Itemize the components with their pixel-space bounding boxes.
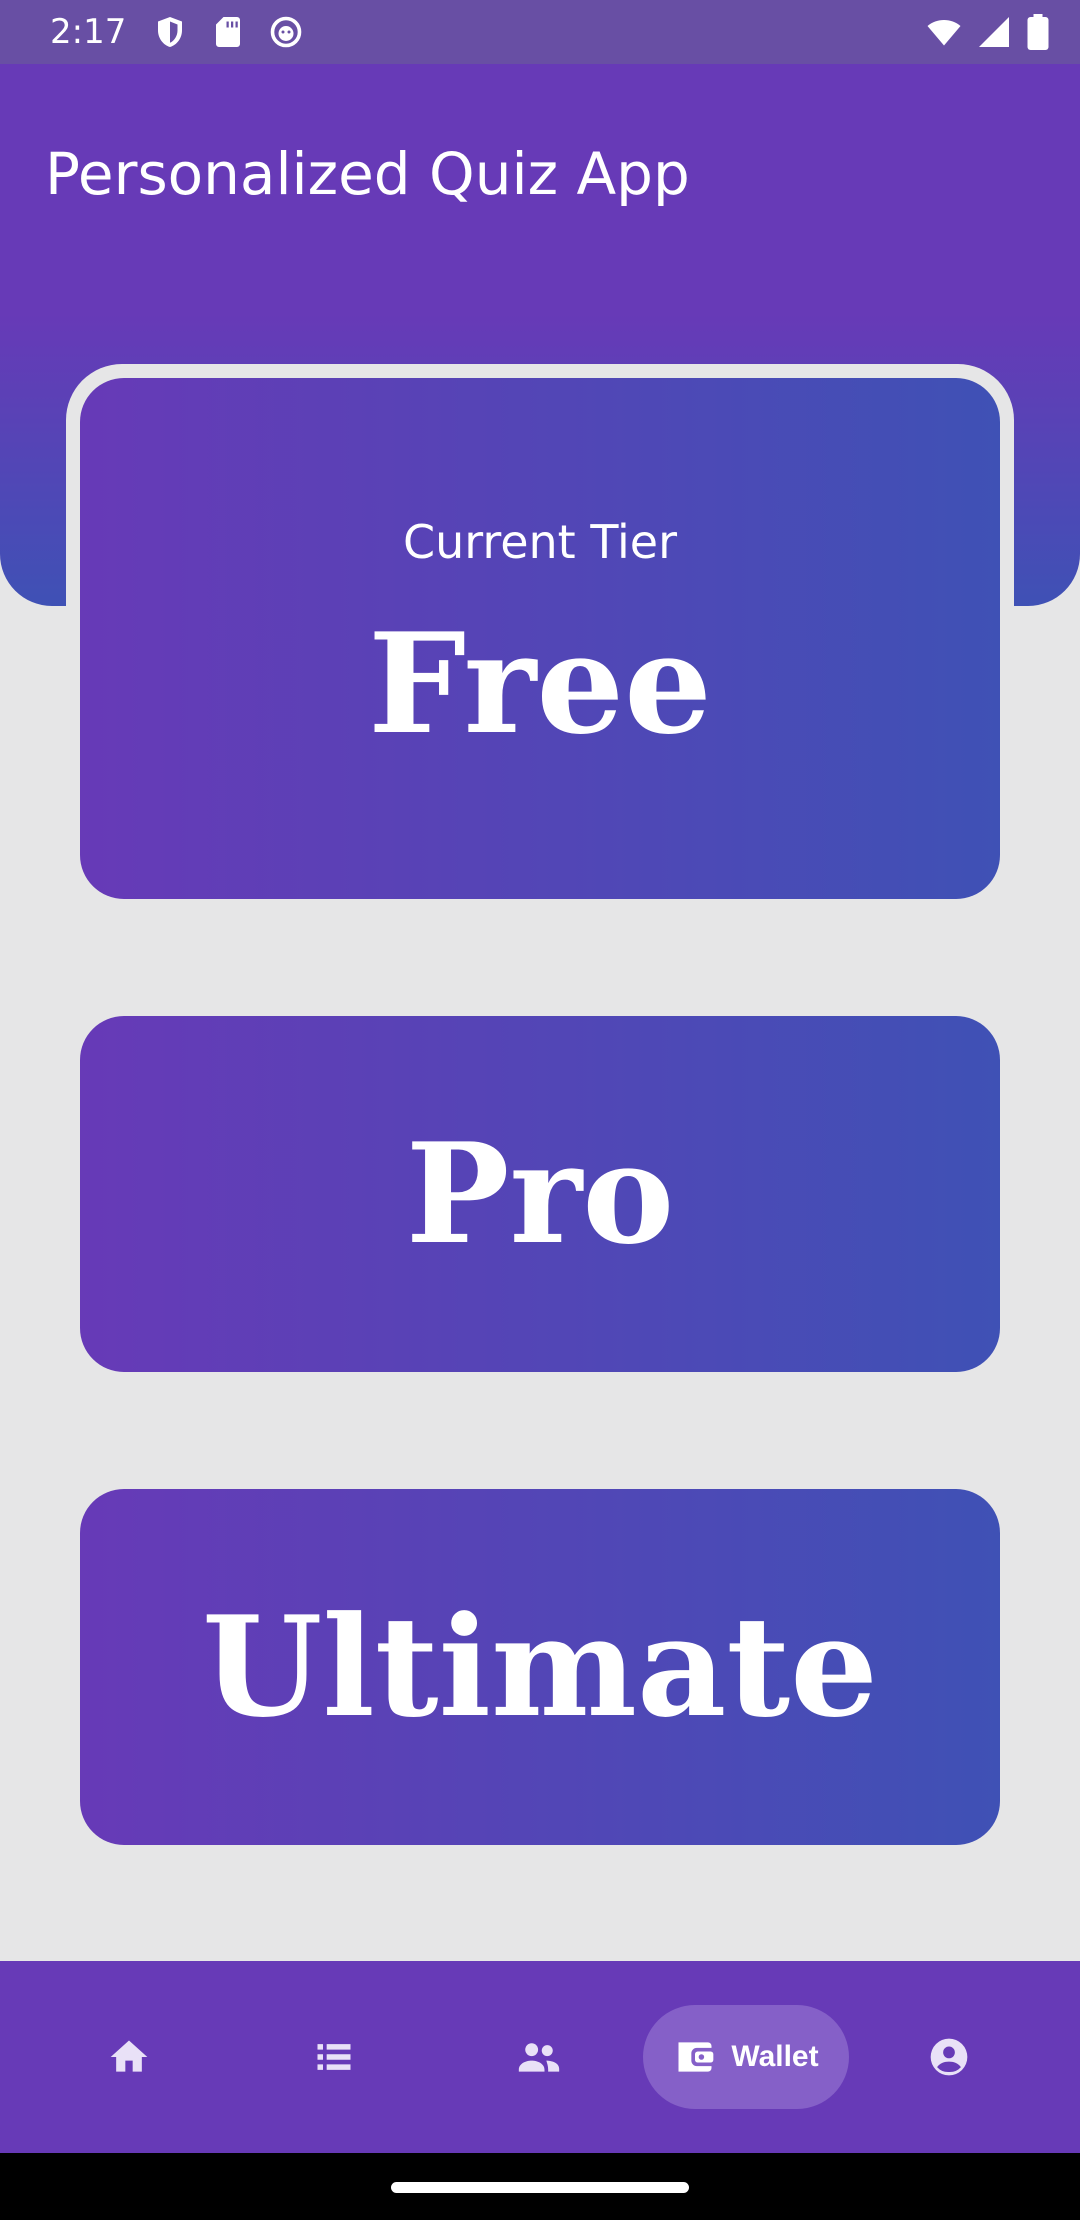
shield-icon (158, 17, 182, 47)
nav-wallet-label: Wallet (731, 2040, 819, 2073)
status-notification-icons (152, 14, 304, 50)
tier-name-ultimate: Ultimate (202, 1585, 878, 1748)
nav-wallet[interactable]: Wallet (643, 2005, 849, 2109)
current-tier-card[interactable]: Current Tier Free (80, 378, 1000, 899)
wallet-icon (678, 2042, 714, 2072)
tier-name-pro: Pro (405, 1112, 675, 1275)
current-tier-name: Free (368, 601, 712, 765)
tier-card-pro[interactable]: Pro (80, 1016, 1000, 1372)
nav-home[interactable] (89, 2005, 169, 2109)
tier-card-ultimate[interactable]: Ultimate (80, 1489, 1000, 1845)
signal-icon (979, 17, 1009, 47)
people-icon (518, 2043, 560, 2072)
bottom-navigation: Wallet (0, 1961, 1080, 2153)
home-icon (110, 2040, 148, 2072)
list-icon (317, 2044, 351, 2070)
home-gesture-handle[interactable] (391, 2182, 689, 2193)
sd-card-icon (216, 17, 240, 47)
battery-icon (1027, 14, 1049, 50)
app-title: Personalized Quiz App (45, 140, 690, 208)
wifi-icon (927, 20, 961, 46)
android-debug-icon (270, 16, 302, 48)
account-icon (930, 2038, 968, 2076)
status-time: 2:17 (50, 12, 127, 52)
nav-account[interactable] (909, 2005, 989, 2109)
status-system-icons (926, 14, 1050, 50)
current-tier-label: Current Tier (402, 514, 678, 569)
status-bar: 2:17 (0, 0, 1080, 64)
nav-list[interactable] (294, 2005, 374, 2109)
nav-people[interactable] (499, 2005, 579, 2109)
